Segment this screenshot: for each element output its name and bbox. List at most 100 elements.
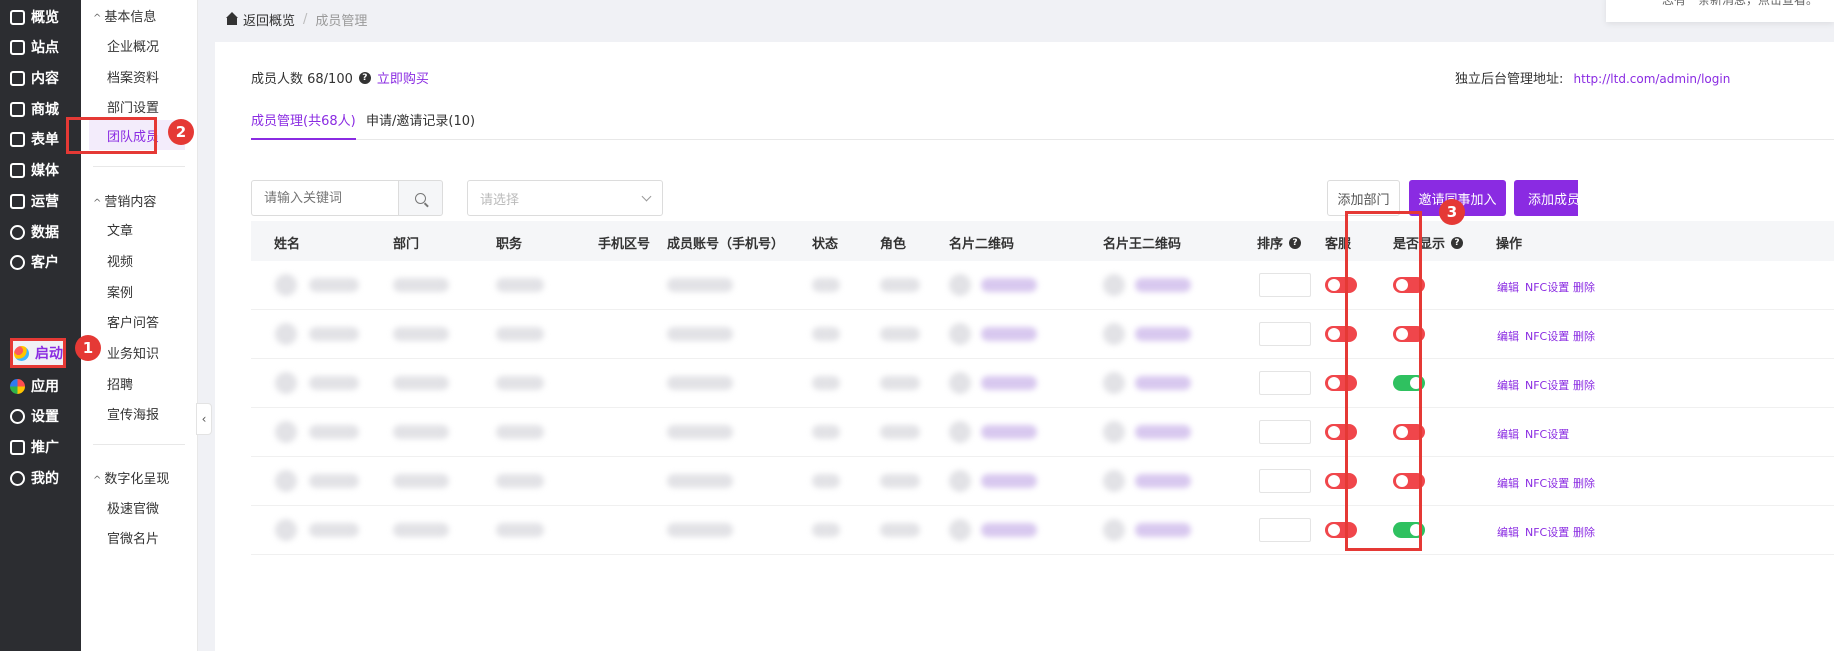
step-marker-3: 3 [1439,199,1465,225]
tab-invite-records[interactable]: 申请/邀请记录(10) [366,110,475,140]
side-item-archives[interactable]: 档案资料 [107,67,159,86]
nav-item-person[interactable]: 我的 [0,461,81,495]
nav-item-apps[interactable]: 应用 [0,369,81,403]
main-panel: 成员人数 68/100 ? 立即购买 独立后台管理地址: http://ltd.… [215,42,1834,651]
delete-link[interactable]: 删除 [1573,279,1595,295]
side-item-articles[interactable]: 文章 [107,220,133,239]
nav-item-dashboard[interactable]: 概览 [0,0,81,34]
sort-input[interactable] [1259,420,1311,444]
blurred-cell [1135,425,1191,439]
side-item-videos[interactable]: 视频 [107,251,133,270]
nav-item-gear[interactable]: 设置 [0,399,81,433]
delete-link[interactable]: 删除 [1573,475,1595,491]
tab-member-management[interactable]: 成员管理(共68人) [251,110,356,140]
nfc-settings-link[interactable]: NFC设置 [1525,377,1569,393]
blurred-avatar [949,470,971,492]
nav-item-bag[interactable]: 推广 [0,430,81,464]
column-header: 职务 [496,233,522,252]
side-item-recruit[interactable]: 招聘 [107,374,133,393]
bag-icon [10,439,25,455]
blurred-cell [812,425,840,439]
blurred-avatar [949,421,971,443]
group-basic-info[interactable]: 基本信息 [93,6,156,25]
group-marketing[interactable]: 营销内容 [93,191,156,210]
video-icon [10,162,25,178]
search-input[interactable] [251,180,399,216]
table-row: 编辑 NFC设置 [251,408,1834,457]
tag-icon [10,193,25,209]
nav-item-clock[interactable]: 数据 [0,215,81,249]
blurred-avatar [275,519,297,541]
blurred-avatar [949,274,971,296]
column-header-label: 姓名 [274,237,301,252]
member-count: 成员人数 68/100 ? 立即购买 [251,68,429,87]
side-item-cases[interactable]: 案例 [107,282,133,301]
blurred-cell [309,425,359,439]
delete-link[interactable]: 删除 [1573,328,1595,344]
nav-item-label: 应用 [31,379,59,395]
help-icon[interactable]: ? [1451,236,1464,249]
sort-input[interactable] [1259,371,1311,395]
blurred-cell [1135,278,1191,292]
blurred-cell [812,474,840,488]
blurred-cell [393,327,449,341]
edit-link[interactable]: 编辑 [1497,377,1519,393]
side-item-qa[interactable]: 客户问答 [107,312,159,331]
nav-item-label: 表单 [31,132,59,148]
blurred-cell [1135,327,1191,341]
sort-input[interactable] [1259,469,1311,493]
edit-link[interactable]: 编辑 [1497,475,1519,491]
blurred-cell [667,278,733,292]
nav-item-home[interactable]: 站点 [0,30,81,64]
blurred-cell [1135,376,1191,390]
add-member-button[interactable]: 添加成员 [1514,180,1578,216]
notification-popup[interactable]: 志有一条新消息，点击查看。 [1606,0,1834,22]
nfc-settings-link[interactable]: NFC设置 [1525,524,1569,540]
column-header-label: 角色 [880,237,907,252]
breadcrumb-back-link[interactable]: 返回概览 [243,10,295,29]
delete-link[interactable]: 删除 [1573,524,1595,540]
user-icon [10,254,25,270]
cart-icon [10,101,25,117]
nfc-settings-link[interactable]: NFC设置 [1525,279,1569,295]
blurred-cell [393,425,449,439]
home-icon [10,39,25,55]
side-item-business-card[interactable]: 官微名片 [107,528,159,547]
side-item-micro-site[interactable]: 极速官微 [107,498,159,517]
nfc-settings-link[interactable]: NFC设置 [1525,426,1569,442]
select-placeholder: 请选择 [480,192,520,208]
blurred-avatar [949,372,971,394]
delete-link[interactable]: 删除 [1573,377,1595,393]
sort-input[interactable] [1259,322,1311,346]
search-button[interactable] [398,180,443,216]
column-header: 状态 [812,233,838,252]
help-icon[interactable]: ? [358,71,371,84]
blurred-cell [880,376,920,390]
department-select[interactable]: 请选择 [467,180,663,216]
sort-input[interactable] [1259,273,1311,297]
group-digital[interactable]: 数字化呈现 [93,468,169,487]
side-item-posters[interactable]: 宣传海报 [107,404,159,423]
side-item-company-overview[interactable]: 企业概况 [107,36,159,55]
buy-now-link[interactable]: 立即购买 [377,68,429,87]
edit-link[interactable]: 编辑 [1497,426,1519,442]
admin-url-link[interactable]: http://ltd.com/admin/login [1574,72,1731,86]
sort-input[interactable] [1259,518,1311,542]
nav-item-document[interactable]: 内容 [0,61,81,95]
nfc-settings-link[interactable]: NFC设置 [1525,328,1569,344]
column-header-label: 名片王二维码 [1103,237,1182,252]
side-item-knowledge[interactable]: 业务知识 [107,343,159,362]
nav-item-label: 概览 [31,10,59,26]
edit-link[interactable]: 编辑 [1497,524,1519,540]
help-icon[interactable]: ? [1289,236,1302,249]
edit-link[interactable]: 编辑 [1497,279,1519,295]
collapse-sidebar-button[interactable]: ‹ [196,403,212,435]
nav-item-video[interactable]: 媒体 [0,153,81,187]
side-item-departments[interactable]: 部门设置 [107,97,159,116]
nav-item-user[interactable]: 客户 [0,245,81,279]
nav-item-tag[interactable]: 运营 [0,184,81,218]
blurred-cell [812,523,840,537]
nfc-settings-link[interactable]: NFC设置 [1525,475,1569,491]
step-marker-1: 1 [75,335,101,361]
edit-link[interactable]: 编辑 [1497,328,1519,344]
